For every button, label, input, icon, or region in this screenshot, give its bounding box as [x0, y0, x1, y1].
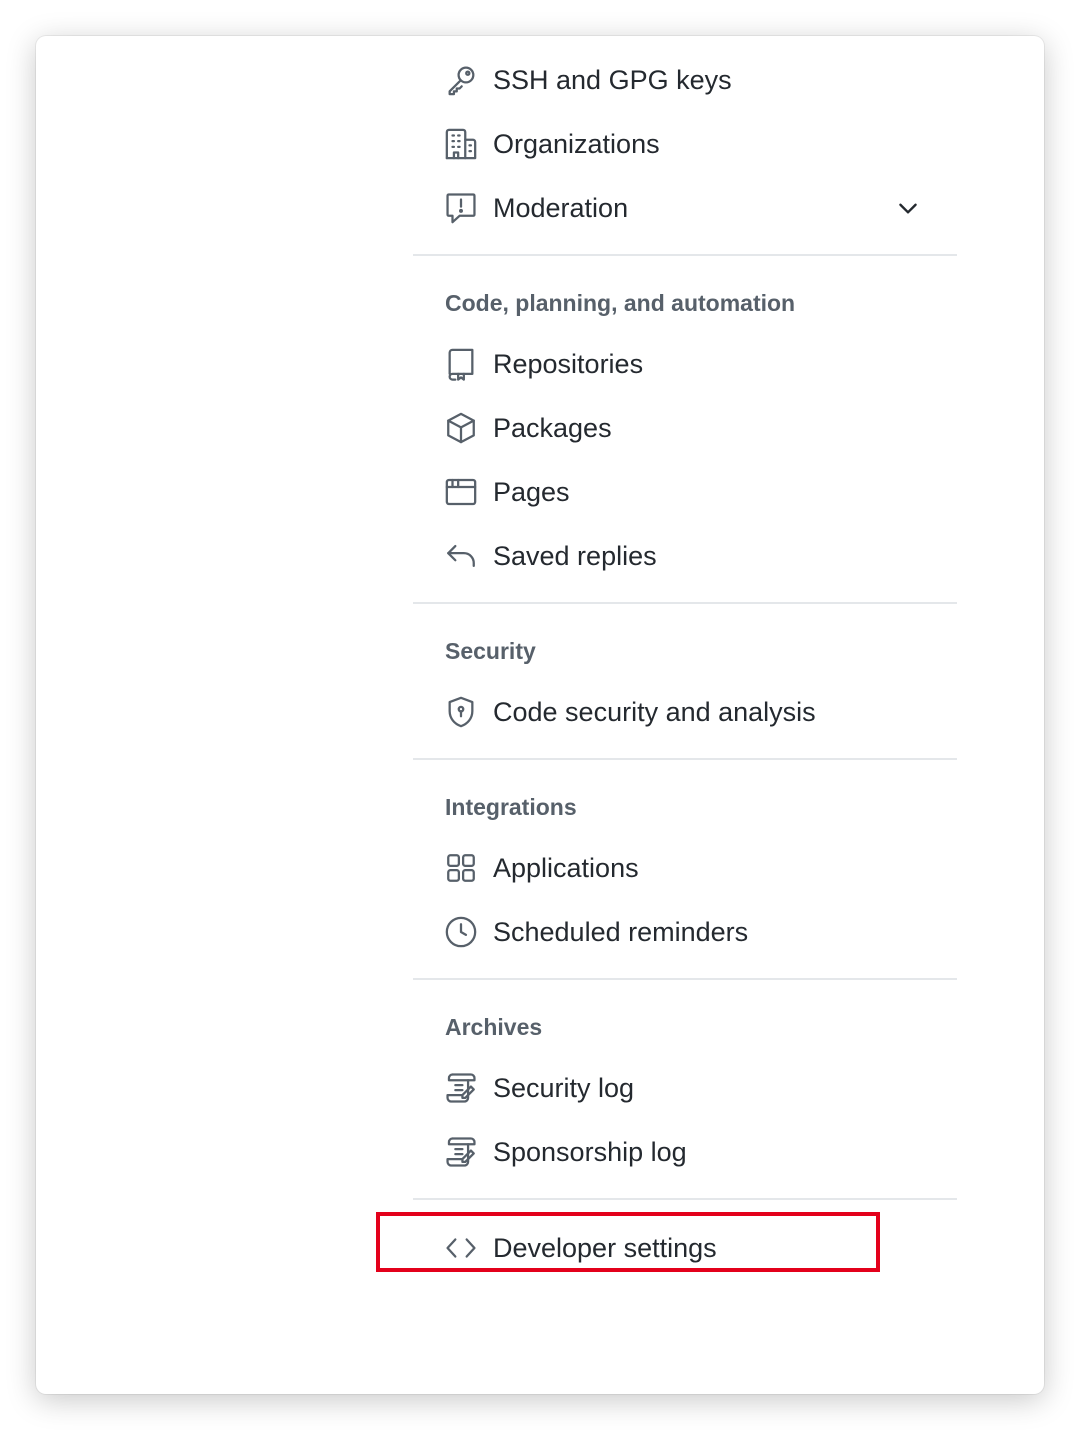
sidebar-item-developer-settings[interactable]: Developer settings — [413, 1216, 957, 1280]
sidebar-item-pages[interactable]: Pages — [413, 460, 957, 524]
section-divider — [413, 254, 957, 256]
organization-icon — [444, 127, 478, 161]
package-icon — [444, 411, 478, 445]
section-heading-integrations: Integrations — [445, 794, 577, 820]
log-icon — [444, 1071, 478, 1105]
sidebar-item-security-log[interactable]: Security log — [413, 1056, 957, 1120]
clock-icon — [444, 915, 478, 949]
sidebar-item-label: Security log — [493, 1072, 635, 1103]
sidebar-item-label: Packages — [493, 412, 612, 443]
sidebar-item-label: Code security and analysis — [493, 696, 816, 727]
sidebar-item-label: Saved replies — [493, 540, 657, 571]
code-icon — [444, 1231, 478, 1265]
section-divider — [413, 978, 957, 980]
sidebar-item-label: Scheduled reminders — [493, 916, 749, 947]
section-heading-code-planning: Code, planning, and automation — [445, 290, 796, 316]
sidebar-item-code-security[interactable]: Code security and analysis — [413, 680, 957, 744]
sidebar-item-repositories[interactable]: Repositories — [413, 332, 957, 396]
repo-icon — [444, 347, 478, 381]
shield-lock-icon — [444, 695, 478, 729]
sidebar-item-label: Pages — [493, 476, 570, 507]
sidebar-item-label: Sponsorship log — [493, 1136, 687, 1167]
reply-icon — [444, 539, 478, 573]
section-heading-security: Security — [445, 638, 536, 664]
sidebar-item-packages[interactable]: Packages — [413, 396, 957, 460]
sidebar-item-scheduled-reminders[interactable]: Scheduled reminders — [413, 900, 957, 964]
sidebar-item-moderation[interactable]: Moderation — [413, 176, 957, 240]
sidebar-item-label: SSH and GPG keys — [493, 64, 732, 95]
section-divider — [413, 1198, 957, 1200]
browser-icon — [444, 475, 478, 509]
section-divider — [413, 602, 957, 604]
sidebar-item-label: Applications — [493, 852, 639, 883]
log-icon — [444, 1135, 478, 1169]
chevron-down-icon[interactable] — [895, 195, 921, 221]
report-icon — [444, 191, 478, 225]
sidebar-item-label: Moderation — [493, 192, 629, 223]
sidebar-item-label: Repositories — [493, 348, 644, 379]
section-heading-archives: Archives — [445, 1014, 543, 1040]
sidebar-item-saved-replies[interactable]: Saved replies — [413, 524, 957, 588]
settings-window: SSH and GPG keys Organizations Moderatio… — [36, 36, 1044, 1394]
sidebar-item-label: Developer settings — [493, 1232, 717, 1263]
section-divider — [413, 758, 957, 760]
key-icon — [444, 63, 478, 97]
apps-icon — [444, 851, 478, 885]
sidebar-item-label: Organizations — [493, 128, 660, 159]
sidebar-item-sponsorship-log[interactable]: Sponsorship log — [413, 1120, 957, 1184]
sidebar-item-ssh-gpg-keys[interactable]: SSH and GPG keys — [413, 48, 957, 112]
sidebar-item-applications[interactable]: Applications — [413, 836, 957, 900]
sidebar-item-organizations[interactable]: Organizations — [413, 112, 957, 176]
